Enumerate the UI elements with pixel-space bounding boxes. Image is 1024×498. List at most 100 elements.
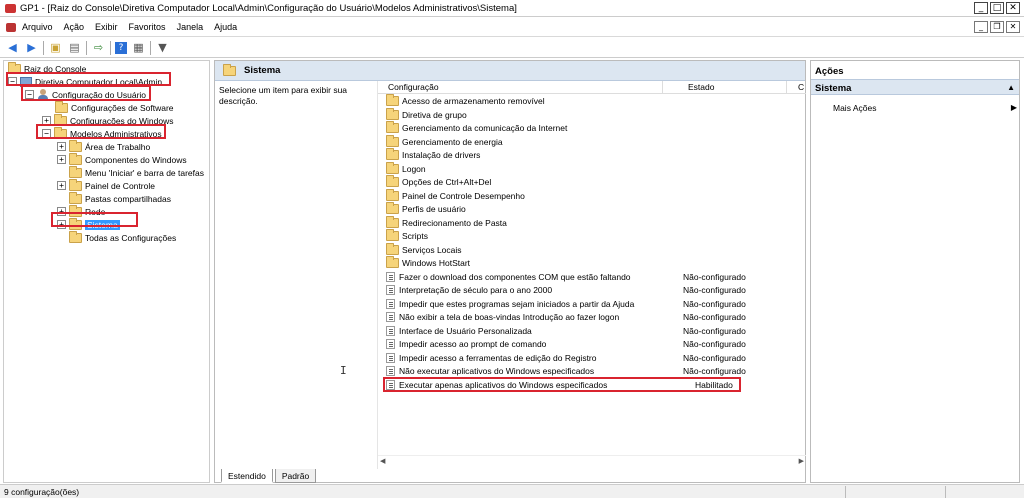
app-icon [5,3,16,13]
back-icon[interactable]: ◀ [5,41,20,55]
tree-item-windows-settings[interactable]: + Configurações do Windows [42,113,173,127]
menu-janela[interactable]: Janela [177,22,204,32]
folder-icon [386,256,399,268]
view-tabs: Estendido Padrão [221,469,317,483]
policy-setting-icon [386,298,395,309]
folder-icon [55,100,68,113]
list-item-folder[interactable]: Serviços Locais [386,242,804,256]
tree-item-windows-components[interactable]: + Componentes do Windows [57,152,187,166]
list-item-policy[interactable]: Não exibir a tela de boas-vindas Introdu… [386,311,804,324]
settings-list: Configuração Estado C Acesso de armazena… [377,81,806,469]
list-item-folder[interactable]: Gerenciamento de energia [386,134,804,148]
show-hide-tree-icon[interactable]: ▤ [67,41,82,55]
list-item-folder[interactable]: Perfis de usuário [386,202,804,216]
list-item-folder[interactable]: Instalação de drivers [386,148,804,162]
menu-arquivo[interactable]: Arquivo [22,22,53,32]
policy-setting-icon [386,271,395,282]
filter-icon[interactable]: ▼ [155,41,170,55]
column-c[interactable]: C [798,82,804,92]
status-text: 9 configuração(ões) [4,487,80,497]
tree-item-start-menu[interactable]: Menu 'Iniciar' e barra de tarefas [69,165,204,179]
list-item-policy[interactable]: Executar apenas aplicativos do Windows e… [386,378,804,391]
list-item-folder[interactable]: Windows HotStart [386,256,804,270]
tab-estendido[interactable]: Estendido [221,469,273,483]
list-item-policy[interactable]: Interface de Usuário Personalizada Não-co… [386,324,804,337]
menu-favoritos[interactable]: Favoritos [129,22,166,32]
child-close-button[interactable]: ✕ [1006,21,1020,33]
tree-item-software-settings[interactable]: Configurações de Software [55,100,174,114]
list-item-folder[interactable]: Gerenciamento da comunicação da Internet [386,121,804,135]
folder-icon [386,242,399,255]
policy-setting-icon [386,325,395,336]
text-cursor-icon: I [340,364,347,377]
expand-toggle[interactable]: + [57,207,66,216]
column-estado[interactable]: Estado [688,82,714,92]
tree-item-admin-templates[interactable]: − Modelos Administrativos [42,126,162,140]
scroll-left-icon[interactable]: ◀ [380,457,385,465]
menu-ajuda[interactable]: Ajuda [214,22,237,32]
status-bar: 9 configuração(ões) [0,484,1024,498]
tab-padrao[interactable]: Padrão [274,469,317,483]
child-minimize-button[interactable]: _ [974,21,988,33]
list-item-policy[interactable]: Impedir acesso ao prompt de comando Não-c… [386,338,804,351]
scroll-right-icon[interactable]: ▶ [799,457,804,465]
collapse-toggle[interactable]: − [25,90,34,99]
collapse-toggle[interactable]: − [42,129,51,138]
column-configuracao[interactable]: Configuração [388,82,439,92]
maximize-button[interactable]: □ [990,2,1004,14]
policy-setting-icon [386,285,395,295]
folder-icon [69,204,82,217]
folder-icon [386,148,399,160]
tree-item-user-config[interactable]: − Configuração do Usuário [25,88,146,101]
tree-item-shared-folders[interactable]: Pastas compartilhadas [69,191,171,205]
folder-icon [386,229,399,241]
tree-item-control-panel[interactable]: + Painel de Controle [57,178,155,192]
up-folder-icon[interactable]: ▣ [48,41,63,55]
expand-toggle[interactable]: + [57,220,66,229]
toolbar: ◀ ▶ ▣ ▤ ⇨ ? ▦ ▼ [0,38,1024,58]
menu-acao[interactable]: Ação [64,22,85,32]
list-item-folder[interactable]: Scripts [386,229,804,243]
child-restore-button[interactable]: ❐ [990,21,1004,33]
list-item-folder[interactable]: Logon [386,161,804,175]
menu-exibir[interactable]: Exibir [95,22,118,32]
more-actions-item[interactable]: Mais Ações ▶ [833,103,1017,113]
list-item-folder[interactable]: Painel de Controle Desempenho [386,188,804,202]
console-icon[interactable] [6,22,16,32]
close-button[interactable]: ✕ [1006,2,1020,14]
list-item-policy[interactable]: Interpretação de século para o ano 2000 N… [386,284,804,297]
properties-icon[interactable]: ▦ [131,41,146,55]
folder-icon [386,94,399,106]
list-item-policy[interactable]: Fazer o download dos componentes COM que… [386,270,804,283]
actions-section-sistema[interactable]: Sistema ▲ [811,79,1019,95]
list-item-policy[interactable]: Impedir acesso a ferramentas de edição d… [386,351,804,364]
tree-item-system[interactable]: + Sistema [57,217,120,231]
actions-pane: Ações Sistema ▲ Mais Ações ▶ [810,60,1020,483]
expand-toggle[interactable]: + [57,155,66,164]
export-list-icon[interactable]: ⇨ [91,41,106,55]
list-item-policy[interactable]: Impedir que estes programas sejam inicia… [386,297,804,310]
tree-item-policy[interactable]: − Diretiva Computador Local\Admin [8,75,162,88]
folder-icon [386,107,399,120]
tree-item-all-settings[interactable]: Todas as Configurações [69,230,176,244]
help-icon[interactable]: ? [115,41,127,54]
expand-toggle[interactable]: + [57,181,66,190]
collapse-toggle[interactable]: − [8,77,17,86]
forward-icon[interactable]: ▶ [24,41,39,55]
title-bar: GP1 - [Raiz do Console\Diretiva Computad… [0,0,1024,17]
tree-item-desktop[interactable]: + Área de Trabalho [57,139,150,153]
list-item-folder[interactable]: Diretiva de grupo [386,107,804,121]
horizontal-scrollbar[interactable]: ◀ ▶ [378,455,806,465]
list-item-folder[interactable]: Redirecionamento de Pasta [386,215,804,229]
collapse-up-icon[interactable]: ▲ [1007,83,1015,92]
expand-toggle[interactable]: + [57,142,66,151]
tree-item-root[interactable]: Raiz do Console [8,61,86,75]
list-item-policy[interactable]: Não executar aplicativos do Windows espe… [386,365,804,378]
minimize-button[interactable]: _ [974,2,988,14]
tree-item-network[interactable]: + Rede [57,204,105,218]
expand-toggle[interactable]: + [42,116,51,125]
folder-icon [386,134,399,147]
policy-setting-icon [386,366,395,376]
list-item-folder[interactable]: Opções de Ctrl+Alt+Del [386,175,804,189]
list-item-folder[interactable]: Acesso de armazenamento removível [386,94,804,108]
